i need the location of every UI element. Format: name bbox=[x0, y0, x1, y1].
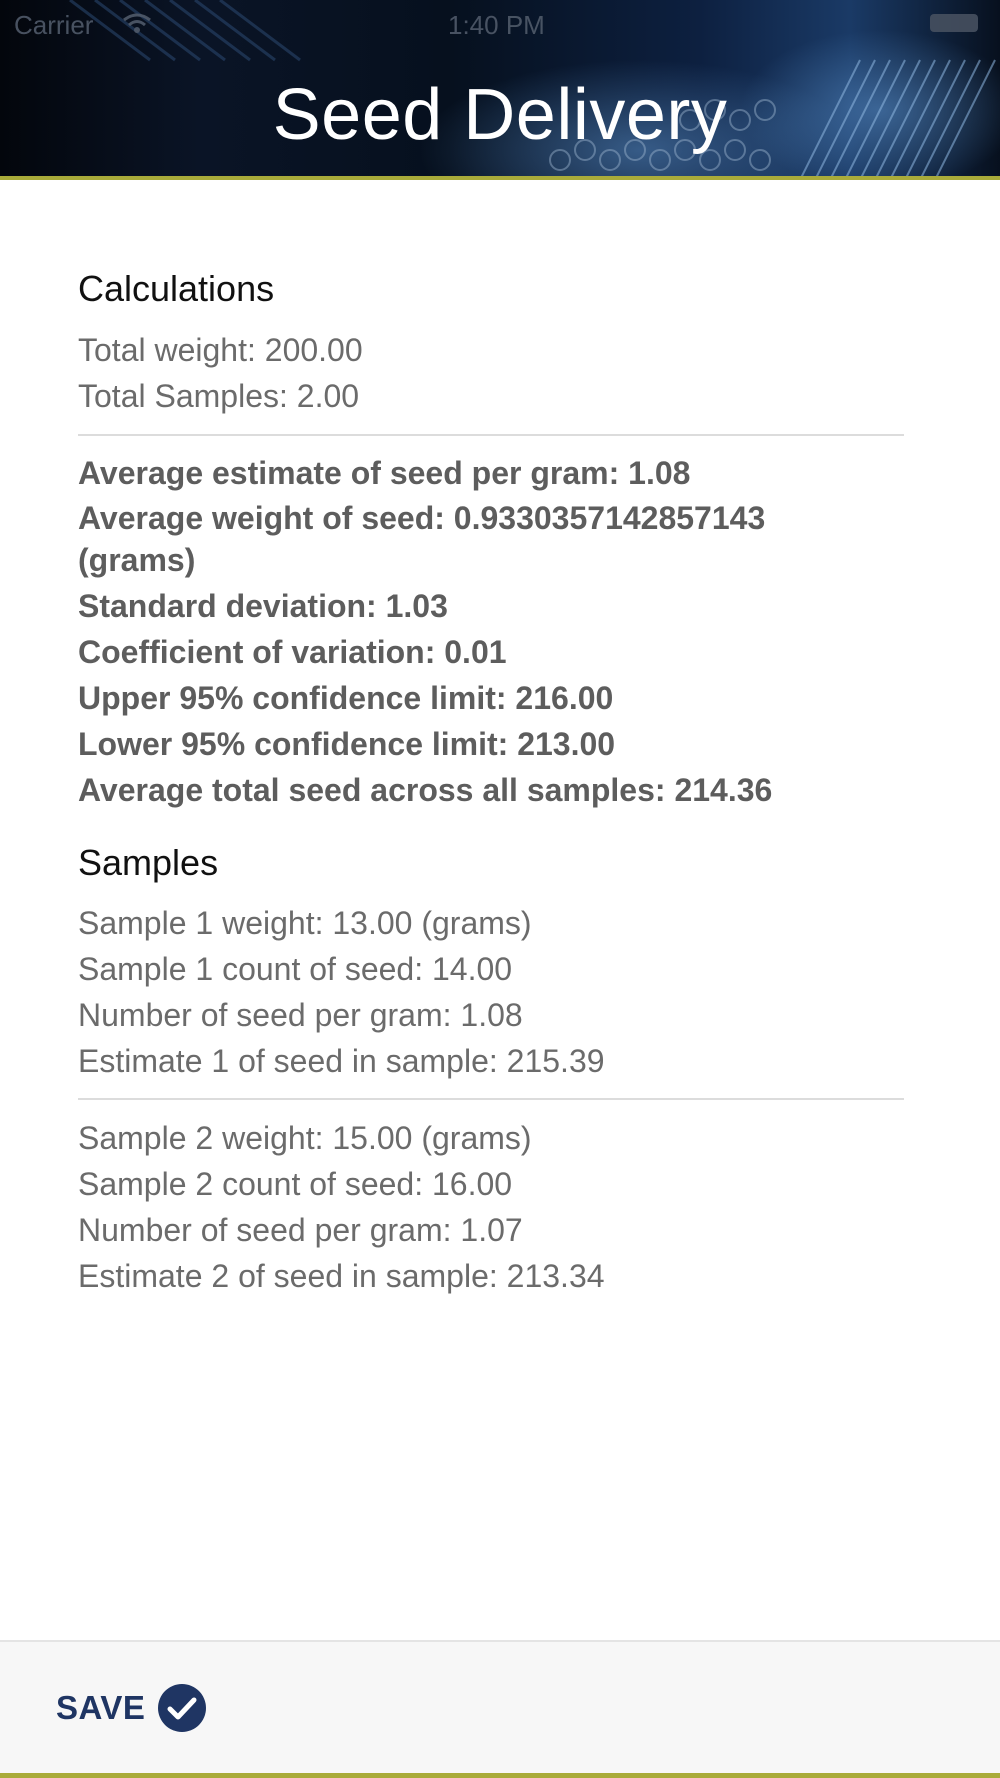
coefficient-of-variation: Coefficient of variation: 0.01 bbox=[78, 634, 507, 670]
app-header: Carrier 1:40 PM Seed Delivery bbox=[0, 0, 1000, 180]
upper-confidence-limit: Upper 95% confidence limit: 216.00 bbox=[78, 680, 614, 716]
samples-heading: Samples bbox=[78, 842, 219, 883]
total-samples: Total Samples: 2.00 bbox=[78, 378, 360, 414]
calculations-heading: Calculations bbox=[78, 268, 275, 309]
save-label: SAVE bbox=[56, 1689, 146, 1726]
check-circle-icon bbox=[158, 1684, 207, 1732]
battery-icon bbox=[930, 14, 978, 32]
sample-2-estimate: Estimate 2 of seed in sample: 213.34 bbox=[78, 1258, 605, 1294]
sample-1-estimate: Estimate 1 of seed in sample: 215.39 bbox=[78, 1043, 605, 1079]
status-time: 1:40 PM bbox=[448, 10, 545, 40]
sample-1-seed-per-gram: Number of seed per gram: 1.08 bbox=[78, 997, 523, 1033]
sample-2-count: Sample 2 count of seed: 16.00 bbox=[78, 1166, 513, 1202]
sample-1-count: Sample 1 count of seed: 14.00 bbox=[78, 951, 513, 987]
status-bar: Carrier 1:40 PM bbox=[0, 0, 1000, 50]
carrier-label: Carrier bbox=[14, 10, 94, 40]
lower-confidence-limit: Lower 95% confidence limit: 213.00 bbox=[78, 726, 616, 762]
avg-total-seed: Average total seed across all samples: 2… bbox=[78, 772, 773, 808]
wifi-icon bbox=[123, 13, 151, 33]
total-weight: Total weight: 200.00 bbox=[78, 332, 363, 368]
sample-2-weight: Sample 2 weight: 15.00 (grams) bbox=[78, 1120, 532, 1156]
save-button[interactable]: SAVE bbox=[56, 1680, 207, 1736]
standard-deviation: Standard deviation: 1.03 bbox=[78, 588, 448, 624]
footer-toolbar: SAVE bbox=[0, 1640, 1000, 1778]
sample-2-seed-per-gram: Number of seed per gram: 1.07 bbox=[78, 1212, 523, 1248]
avg-seed-per-gram: Average estimate of seed per gram: 1.08 bbox=[78, 455, 691, 491]
divider bbox=[78, 1098, 904, 1100]
divider bbox=[78, 434, 904, 436]
page-title: Seed Delivery bbox=[272, 75, 728, 155]
footer-accent-stripe bbox=[0, 1773, 1000, 1778]
sample-1-weight: Sample 1 weight: 13.00 (grams) bbox=[78, 905, 532, 941]
avg-seed-weight: Average weight of seed: 0.93303571428571… bbox=[78, 500, 766, 578]
